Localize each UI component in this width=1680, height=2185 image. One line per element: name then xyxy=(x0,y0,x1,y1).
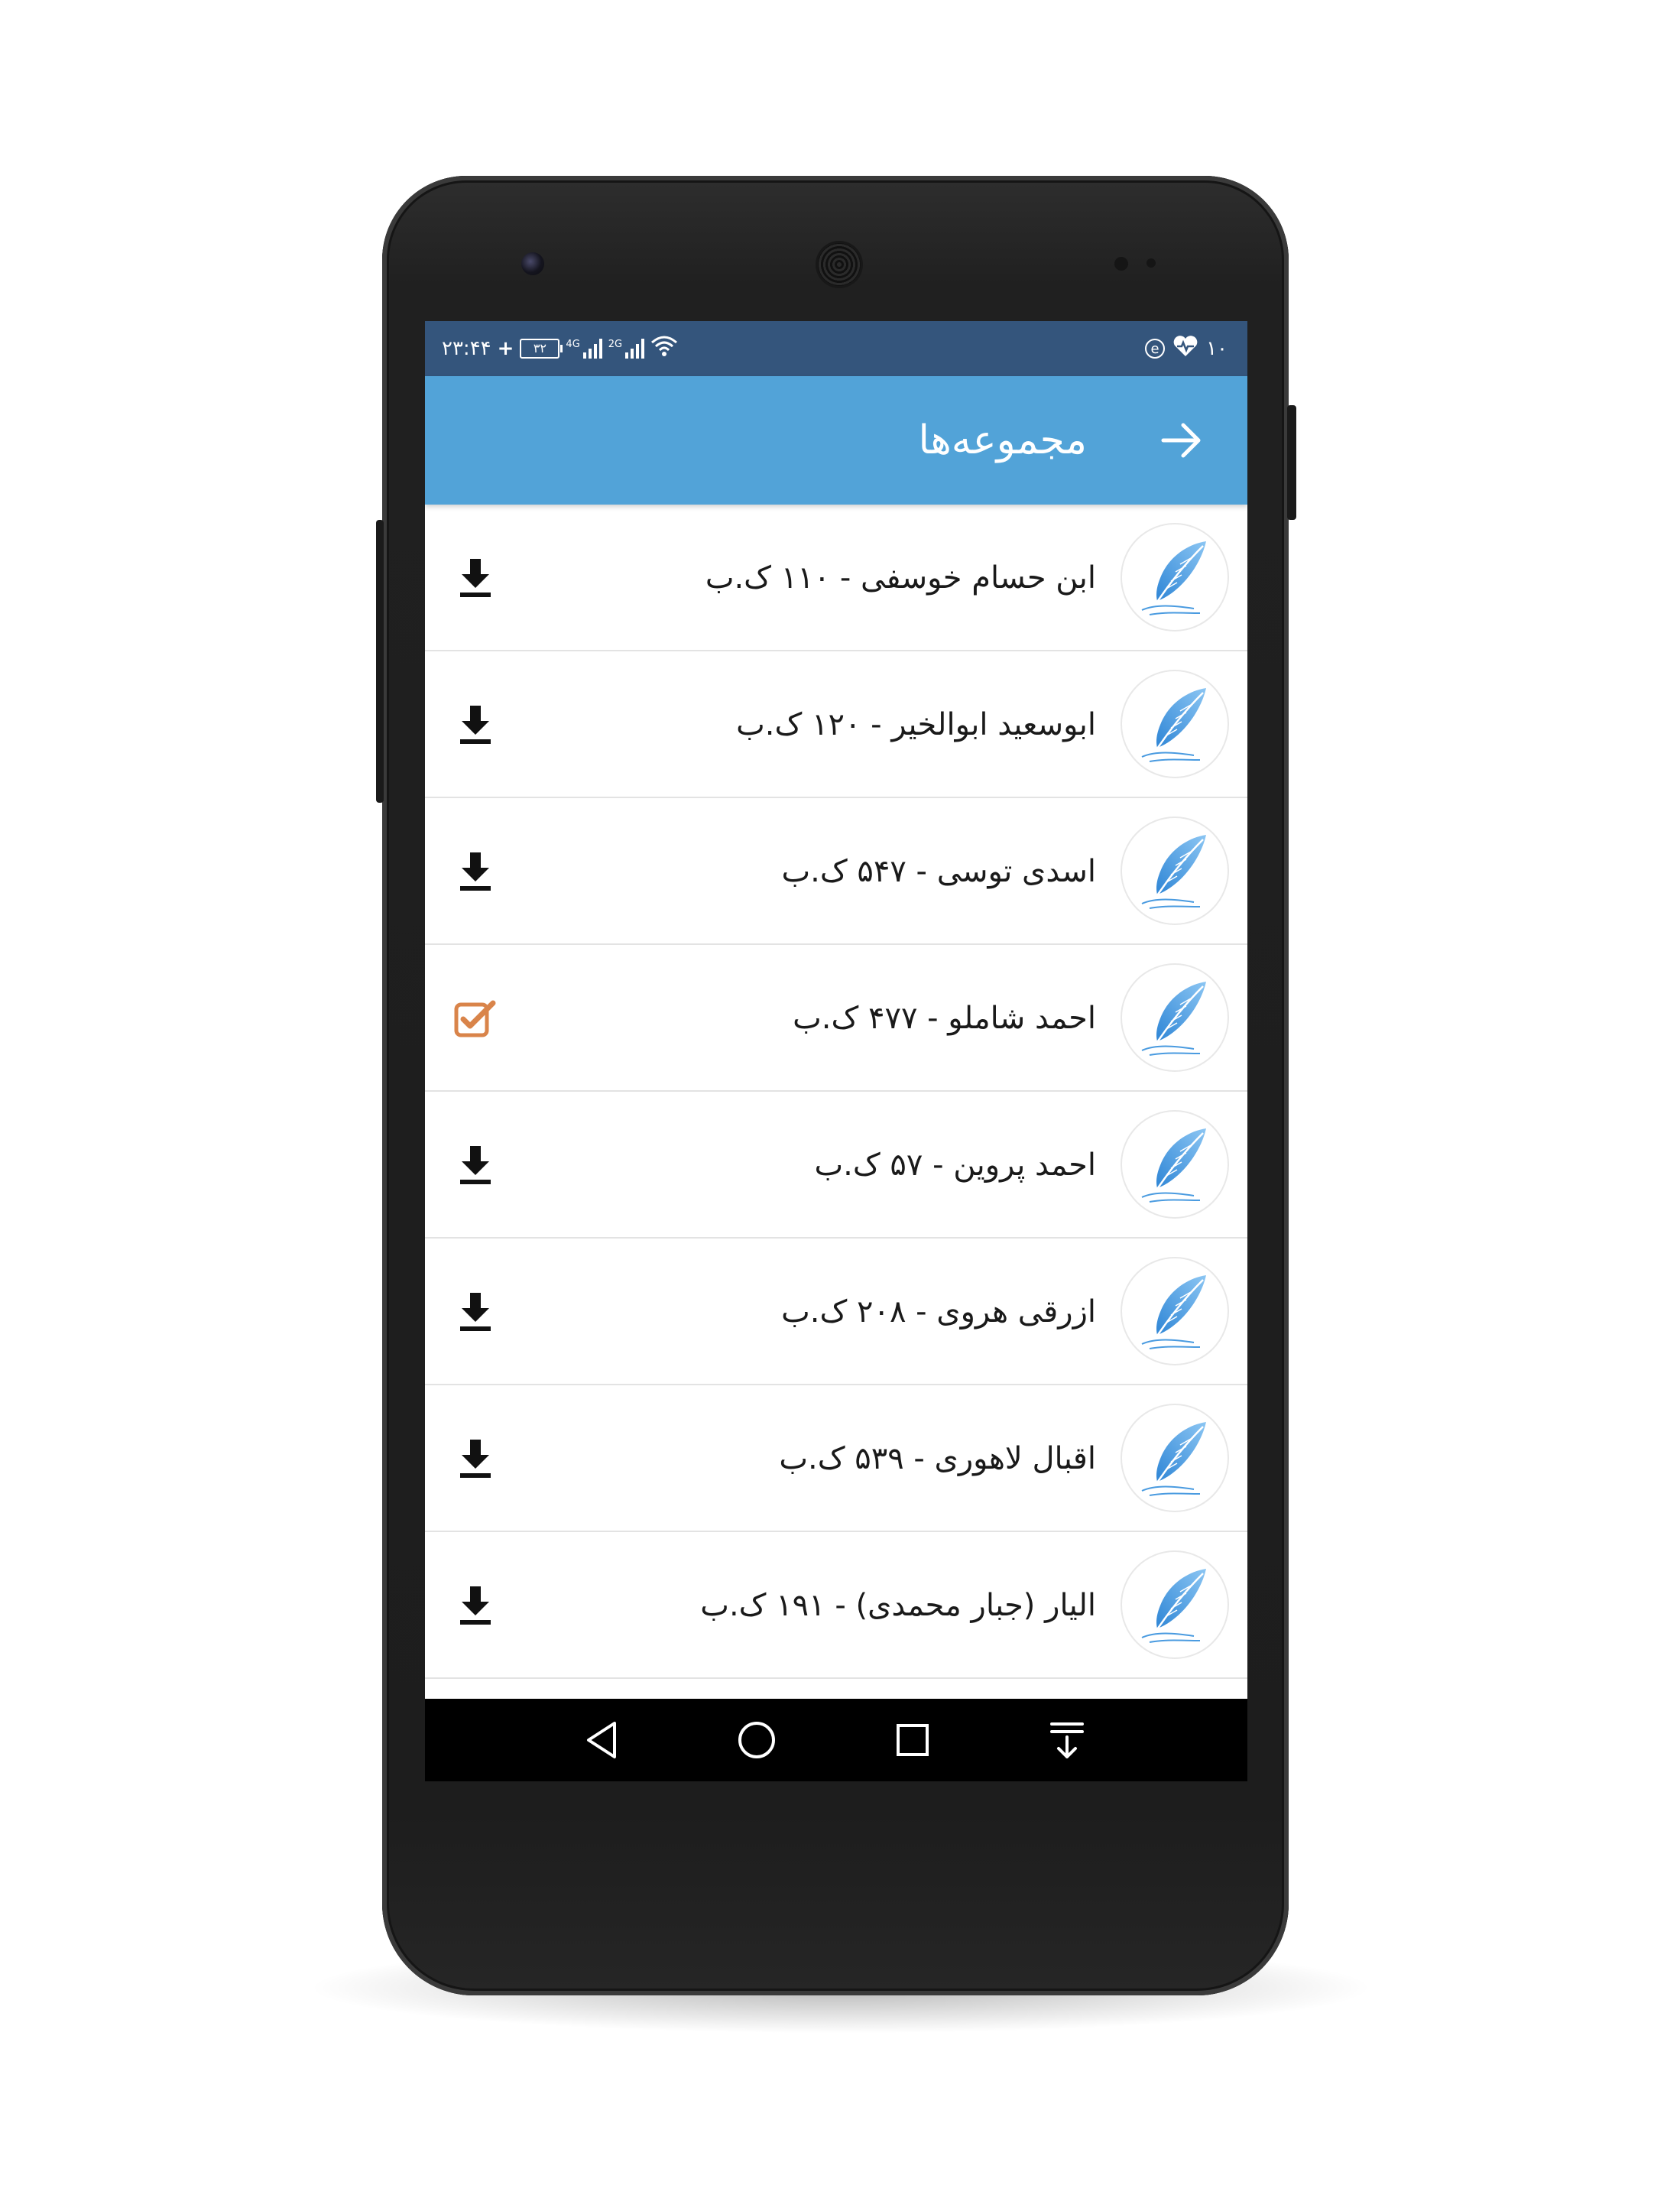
nav-home-button[interactable] xyxy=(734,1717,780,1763)
charging-plus: + xyxy=(497,337,514,360)
nav-recents-button[interactable] xyxy=(890,1717,936,1763)
notification-count: ۱۰ xyxy=(1206,337,1228,360)
back-button[interactable] xyxy=(1154,413,1209,468)
page-title: مجموعه‌ها xyxy=(918,417,1087,463)
download-icon xyxy=(460,559,491,597)
feather-icon xyxy=(1141,982,1206,1056)
download-button[interactable] xyxy=(448,1431,503,1486)
feather-icon xyxy=(1141,541,1206,615)
list-item[interactable]: ابوسعید ابوالخیر - ۱۲۰ ک.ب xyxy=(425,651,1247,798)
nav-back-button[interactable] xyxy=(579,1717,625,1763)
list-item[interactable]: اقبال لاهوری - ۵۳۹ ک.ب xyxy=(425,1385,1247,1532)
notifications-pull-icon xyxy=(1050,1722,1084,1758)
nav-notifications-button[interactable] xyxy=(1044,1717,1090,1763)
collection-label: اقبال لاهوری - ۵۳۹ ک.ب xyxy=(779,1441,1096,1476)
volume-button xyxy=(376,520,384,803)
earpiece-speaker xyxy=(818,243,861,286)
collection-label: احمد شاملو - ۴۷۷ ک.ب xyxy=(793,1001,1096,1036)
back-triangle-icon xyxy=(587,1722,616,1758)
feather-icon xyxy=(1141,1422,1206,1496)
collection-label: احمد پروین - ۵۷ ک.ب xyxy=(814,1148,1097,1183)
feather-avatar-icon xyxy=(1121,523,1229,631)
download-icon xyxy=(460,1293,491,1331)
download-icon xyxy=(460,852,491,891)
status-left-group: ۲۳:۴۴ + ۳۲ 4G 2G xyxy=(442,333,678,364)
arrow-right-icon xyxy=(1161,423,1201,458)
download-button[interactable] xyxy=(448,844,503,899)
home-circle-icon xyxy=(738,1722,775,1758)
collection-label: ابوسعید ابوالخیر - ۱۲۰ ک.ب xyxy=(736,707,1096,742)
list-item[interactable]: اسدی توسی - ۵۴۷ ک.ب xyxy=(425,798,1247,945)
signal-2g-icon: 2G xyxy=(608,339,645,359)
feather-avatar-icon xyxy=(1121,963,1229,1072)
download-button[interactable] xyxy=(448,550,503,606)
status-time: ۲۳:۴۴ xyxy=(442,337,491,360)
app-bar: مجموعه‌ها xyxy=(425,376,1247,505)
collection-label: الیار (جبار محمدی) - ۱۹۱ ک.ب xyxy=(700,1588,1096,1623)
list-item[interactable]: الیار (جبار محمدی) - ۱۹۱ ک.ب xyxy=(425,1532,1247,1679)
collection-label: ازرقی هروی - ۲۰۸ ک.ب xyxy=(781,1294,1096,1330)
download-button[interactable] xyxy=(448,1578,503,1633)
list-item[interactable]: احمد شاملو - ۴۷۷ ک.ب xyxy=(425,945,1247,1092)
checkbox-checked-icon xyxy=(454,1000,496,1037)
e-icon: e xyxy=(1145,339,1166,359)
light-sensor xyxy=(1146,258,1156,268)
signal-4g-icon: 4G xyxy=(566,339,602,359)
collection-label: اسدی توسی - ۵۴۷ ک.ب xyxy=(781,854,1096,889)
feather-icon xyxy=(1141,1569,1206,1643)
list-item[interactable]: احمد پروین - ۵۷ ک.ب xyxy=(425,1092,1247,1239)
list-item[interactable]: ازرقی هروی - ۲۰۸ ک.ب xyxy=(425,1239,1247,1385)
feather-avatar-icon xyxy=(1121,1110,1229,1219)
network-label-4g: 4G xyxy=(566,339,580,350)
collections-list: ابن حسام خوسفی - ۱۱۰ ک.ب ابوسعید ابوالخی… xyxy=(425,505,1247,1679)
download-icon xyxy=(460,1146,491,1184)
feather-icon xyxy=(1141,688,1206,762)
battery-level: ۳۲ xyxy=(533,341,547,356)
power-button xyxy=(1287,405,1296,520)
recents-square-icon xyxy=(897,1724,929,1756)
proximity-sensor xyxy=(1114,257,1128,271)
feather-icon xyxy=(1141,1128,1206,1203)
navigation-bar xyxy=(425,1699,1247,1781)
feather-avatar-icon xyxy=(1121,1550,1229,1659)
screen: ۲۳:۴۴ + ۳۲ 4G 2G e xyxy=(425,321,1247,1781)
feather-avatar-icon xyxy=(1121,670,1229,778)
battery-icon: ۳۲ xyxy=(520,339,563,359)
feather-icon xyxy=(1141,835,1206,909)
feather-avatar-icon xyxy=(1121,1404,1229,1512)
status-bar: ۲۳:۴۴ + ۳۲ 4G 2G e ۱۰ xyxy=(425,321,1247,376)
feather-avatar-icon xyxy=(1121,1257,1229,1365)
downloaded-checkbox[interactable] xyxy=(448,991,503,1046)
feather-avatar-icon xyxy=(1121,817,1229,925)
feather-icon xyxy=(1141,1275,1206,1349)
download-icon xyxy=(460,1440,491,1478)
network-label-2g: 2G xyxy=(608,339,623,350)
heart-icon xyxy=(1172,335,1198,363)
collection-label: ابن حسام خوسفی - ۱۱۰ ک.ب xyxy=(705,560,1096,596)
download-button[interactable] xyxy=(448,1284,503,1339)
status-right-group: e ۱۰ xyxy=(1145,333,1228,364)
front-camera xyxy=(521,252,544,275)
download-button[interactable] xyxy=(448,697,503,752)
download-button[interactable] xyxy=(448,1138,503,1193)
download-icon xyxy=(460,1586,491,1625)
list-item[interactable]: ابن حسام خوسفی - ۱۱۰ ک.ب xyxy=(425,505,1247,651)
download-icon xyxy=(460,706,491,744)
wifi-icon xyxy=(650,335,678,363)
